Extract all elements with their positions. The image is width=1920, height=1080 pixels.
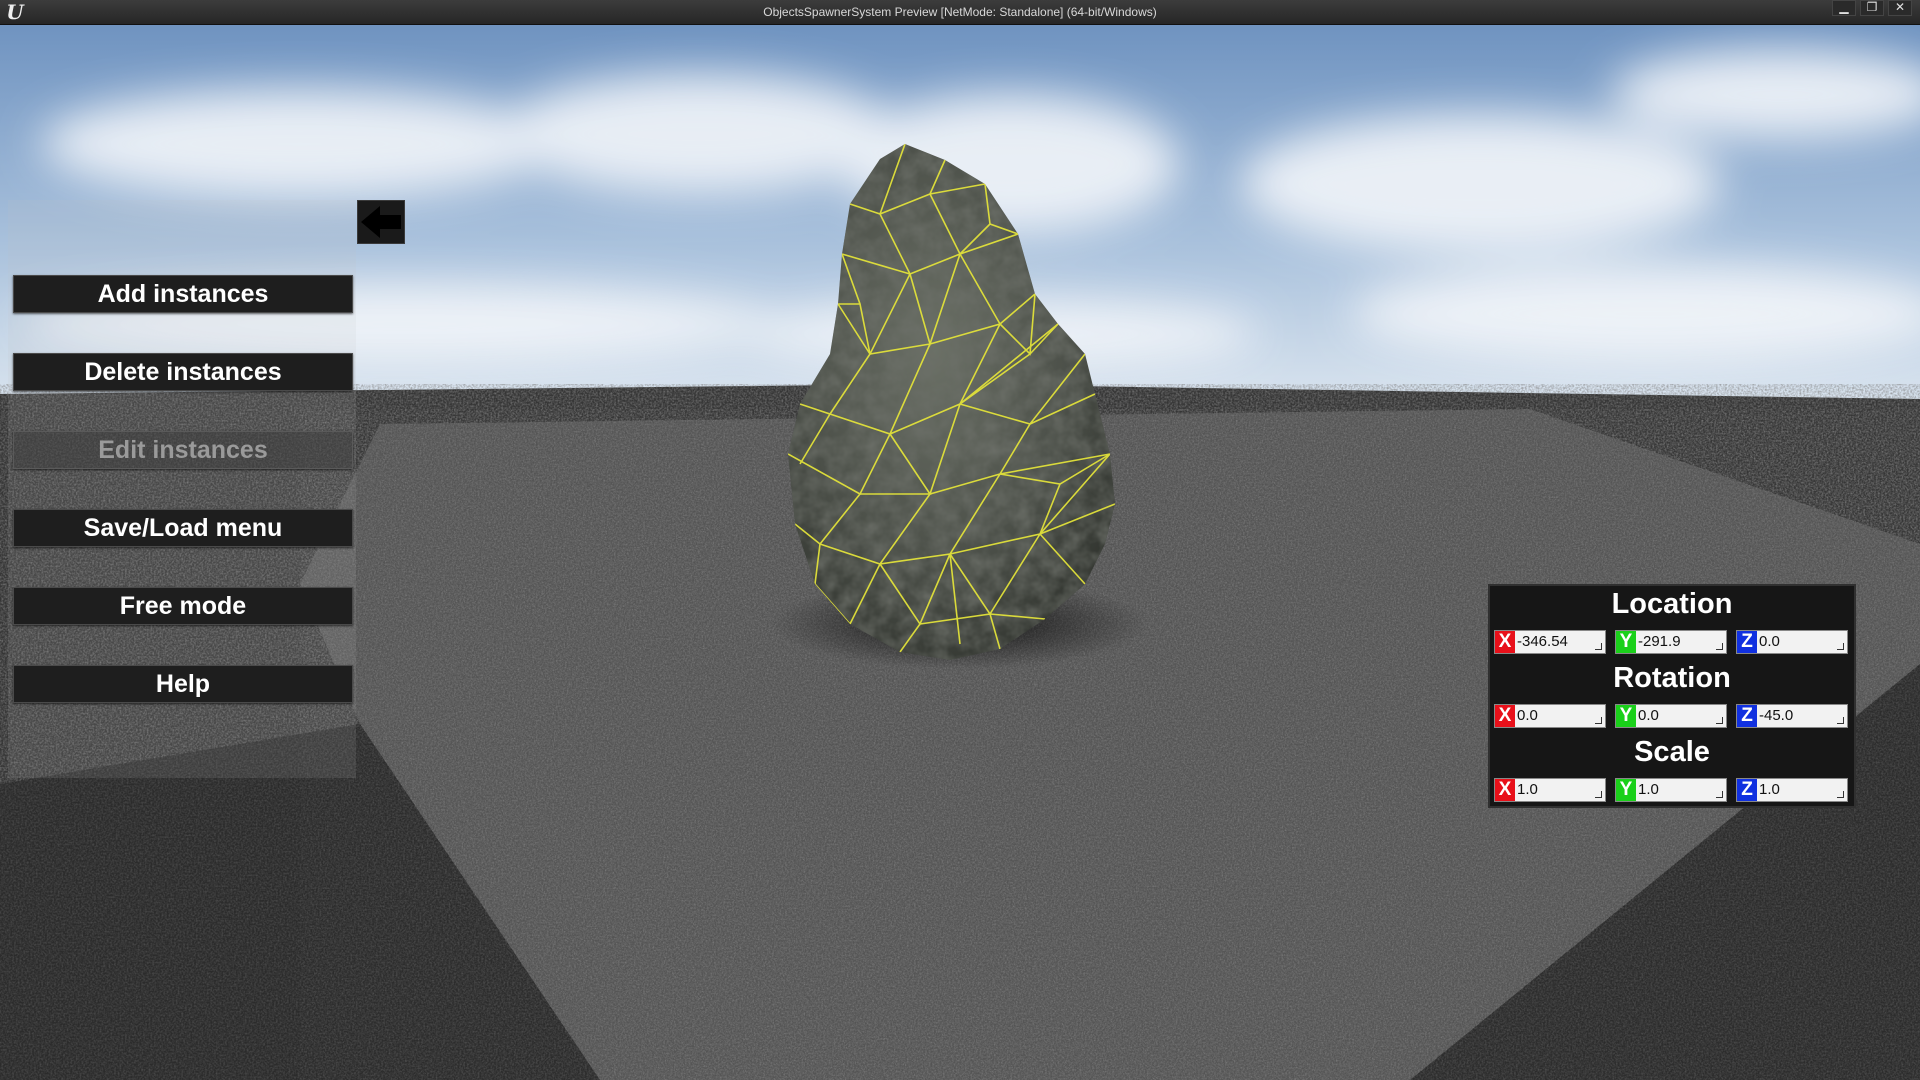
window-title: ObjectsSpawnerSystem Preview [NetMode: S…: [763, 5, 1157, 19]
resize-grip-icon: [1716, 717, 1723, 724]
resize-grip-icon: [1716, 791, 1723, 798]
scale-title: Scale: [1634, 736, 1710, 768]
help-button[interactable]: Help: [13, 665, 353, 703]
location-y-field[interactable]: Y -291.9: [1615, 630, 1727, 654]
save-load-menu-button[interactable]: Save/Load menu: [13, 509, 353, 547]
scale-z-value: 1.0: [1759, 781, 1780, 798]
location-title: Location: [1611, 588, 1733, 620]
axis-z-label: Z: [1737, 705, 1757, 727]
location-z-value: 0.0: [1759, 633, 1780, 650]
location-x-value: -346.54: [1517, 633, 1568, 650]
scale-x-field[interactable]: X 1.0: [1494, 778, 1606, 802]
edit-instances-button: Edit instances: [13, 431, 353, 469]
location-y-value: -291.9: [1638, 633, 1681, 650]
delete-instances-button[interactable]: Delete instances: [13, 353, 353, 391]
rotation-x-value: 0.0: [1517, 707, 1538, 724]
arrow-left-icon: [361, 206, 401, 238]
resize-grip-icon: [1837, 791, 1844, 798]
axis-z-label: Z: [1737, 631, 1757, 653]
axis-x-label: X: [1495, 779, 1515, 801]
resize-grip-icon: [1837, 717, 1844, 724]
free-mode-button[interactable]: Free mode: [13, 587, 353, 625]
resize-grip-icon: [1716, 643, 1723, 650]
rotation-z-field[interactable]: Z -45.0: [1736, 704, 1848, 728]
window-title-bar: U ObjectsSpawnerSystem Preview [NetMode:…: [0, 0, 1920, 25]
axis-y-label: Y: [1616, 631, 1636, 653]
resize-grip-icon: [1595, 643, 1602, 650]
location-x-field[interactable]: X -346.54: [1494, 630, 1606, 654]
maximize-button[interactable]: ❐: [1860, 0, 1884, 16]
axis-z-label: Z: [1737, 779, 1757, 801]
close-button[interactable]: ✕: [1888, 0, 1912, 16]
axis-y-label: Y: [1616, 779, 1636, 801]
axis-x-label: X: [1495, 705, 1515, 727]
resize-grip-icon: [1837, 643, 1844, 650]
rotation-y-field[interactable]: Y 0.0: [1615, 704, 1727, 728]
transform-panel: Location X -346.54 Y -291.9 Z 0.0 Rotati…: [1488, 584, 1856, 808]
resize-grip-icon: [1595, 791, 1602, 798]
location-z-field[interactable]: Z 0.0: [1736, 630, 1848, 654]
rotation-x-field[interactable]: X 0.0: [1494, 704, 1606, 728]
window-controls: ▁ ❐ ✕: [1832, 0, 1912, 24]
collapse-menu-button[interactable]: [357, 200, 405, 244]
scale-z-field[interactable]: Z 1.0: [1736, 778, 1848, 802]
add-instances-button[interactable]: Add instances: [13, 275, 353, 313]
axis-x-label: X: [1495, 631, 1515, 653]
rotation-z-value: -45.0: [1759, 707, 1794, 724]
scale-y-field[interactable]: Y 1.0: [1615, 778, 1727, 802]
minimize-button[interactable]: ▁: [1832, 0, 1856, 16]
resize-grip-icon: [1595, 717, 1602, 724]
rotation-y-value: 0.0: [1638, 707, 1659, 724]
scale-y-value: 1.0: [1638, 781, 1659, 798]
scale-x-value: 1.0: [1517, 781, 1538, 798]
axis-y-label: Y: [1616, 705, 1636, 727]
rotation-title: Rotation: [1613, 662, 1731, 694]
